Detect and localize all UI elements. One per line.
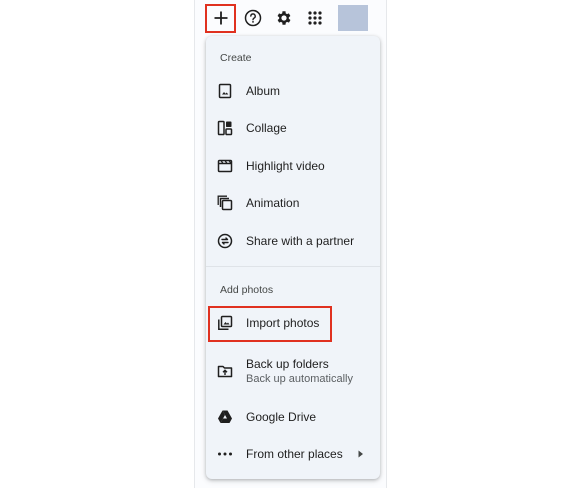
- help-button[interactable]: [240, 5, 266, 31]
- menu-item-label: Share with a partner: [246, 234, 355, 248]
- collage-icon: [216, 119, 234, 137]
- apps-grid-icon: [308, 11, 322, 25]
- help-icon: [244, 9, 262, 27]
- album-icon: [216, 82, 234, 100]
- menu-item-from-other-places[interactable]: From other places: [206, 437, 380, 471]
- animation-icon: [216, 194, 234, 212]
- create-section-label: Create: [220, 52, 252, 64]
- create-button-highlight: [205, 4, 236, 33]
- menu-item-label: Collage: [246, 121, 287, 135]
- menu-item-label: Animation: [246, 196, 300, 210]
- menu-item-label: From other places: [246, 447, 343, 461]
- import-photos-highlight: [208, 306, 332, 342]
- menu-item-highlight-video[interactable]: Highlight video: [206, 149, 380, 183]
- menu-item-google-drive[interactable]: Google Drive: [206, 400, 380, 434]
- menu-divider: [206, 266, 380, 267]
- chevron-right-icon: [358, 450, 363, 458]
- menu-item-animation[interactable]: Animation: [206, 186, 380, 220]
- menu-item-label: Album: [246, 84, 281, 98]
- backup-folder-icon: [216, 362, 234, 380]
- more-horiz-icon: [216, 445, 234, 463]
- menu-item-text: Back up folders Back up automatically: [246, 357, 353, 385]
- menu-item-back-up-folders[interactable]: Back up folders Back up automatically: [206, 350, 380, 392]
- menu-item-album[interactable]: Album: [206, 74, 380, 108]
- menu-item-label: Highlight video: [246, 159, 325, 173]
- apps-button[interactable]: [302, 5, 328, 31]
- create-menu: Create Album Collage Highlight video Ani…: [206, 36, 380, 479]
- menu-item-collage[interactable]: Collage: [206, 111, 380, 145]
- share-partner-icon: [216, 232, 234, 250]
- menu-item-label: Back up folders: [246, 357, 329, 371]
- add-photos-section-label: Add photos: [220, 284, 274, 296]
- menu-item-label: Google Drive: [246, 410, 317, 424]
- avatar[interactable]: [338, 5, 368, 31]
- google-drive-icon: [216, 408, 234, 426]
- highlight-video-icon: [216, 157, 234, 175]
- menu-item-share-with-partner[interactable]: Share with a partner: [206, 224, 380, 258]
- settings-button[interactable]: [271, 5, 297, 31]
- gear-icon: [277, 11, 291, 25]
- menu-item-sublabel: Back up automatically: [246, 373, 353, 385]
